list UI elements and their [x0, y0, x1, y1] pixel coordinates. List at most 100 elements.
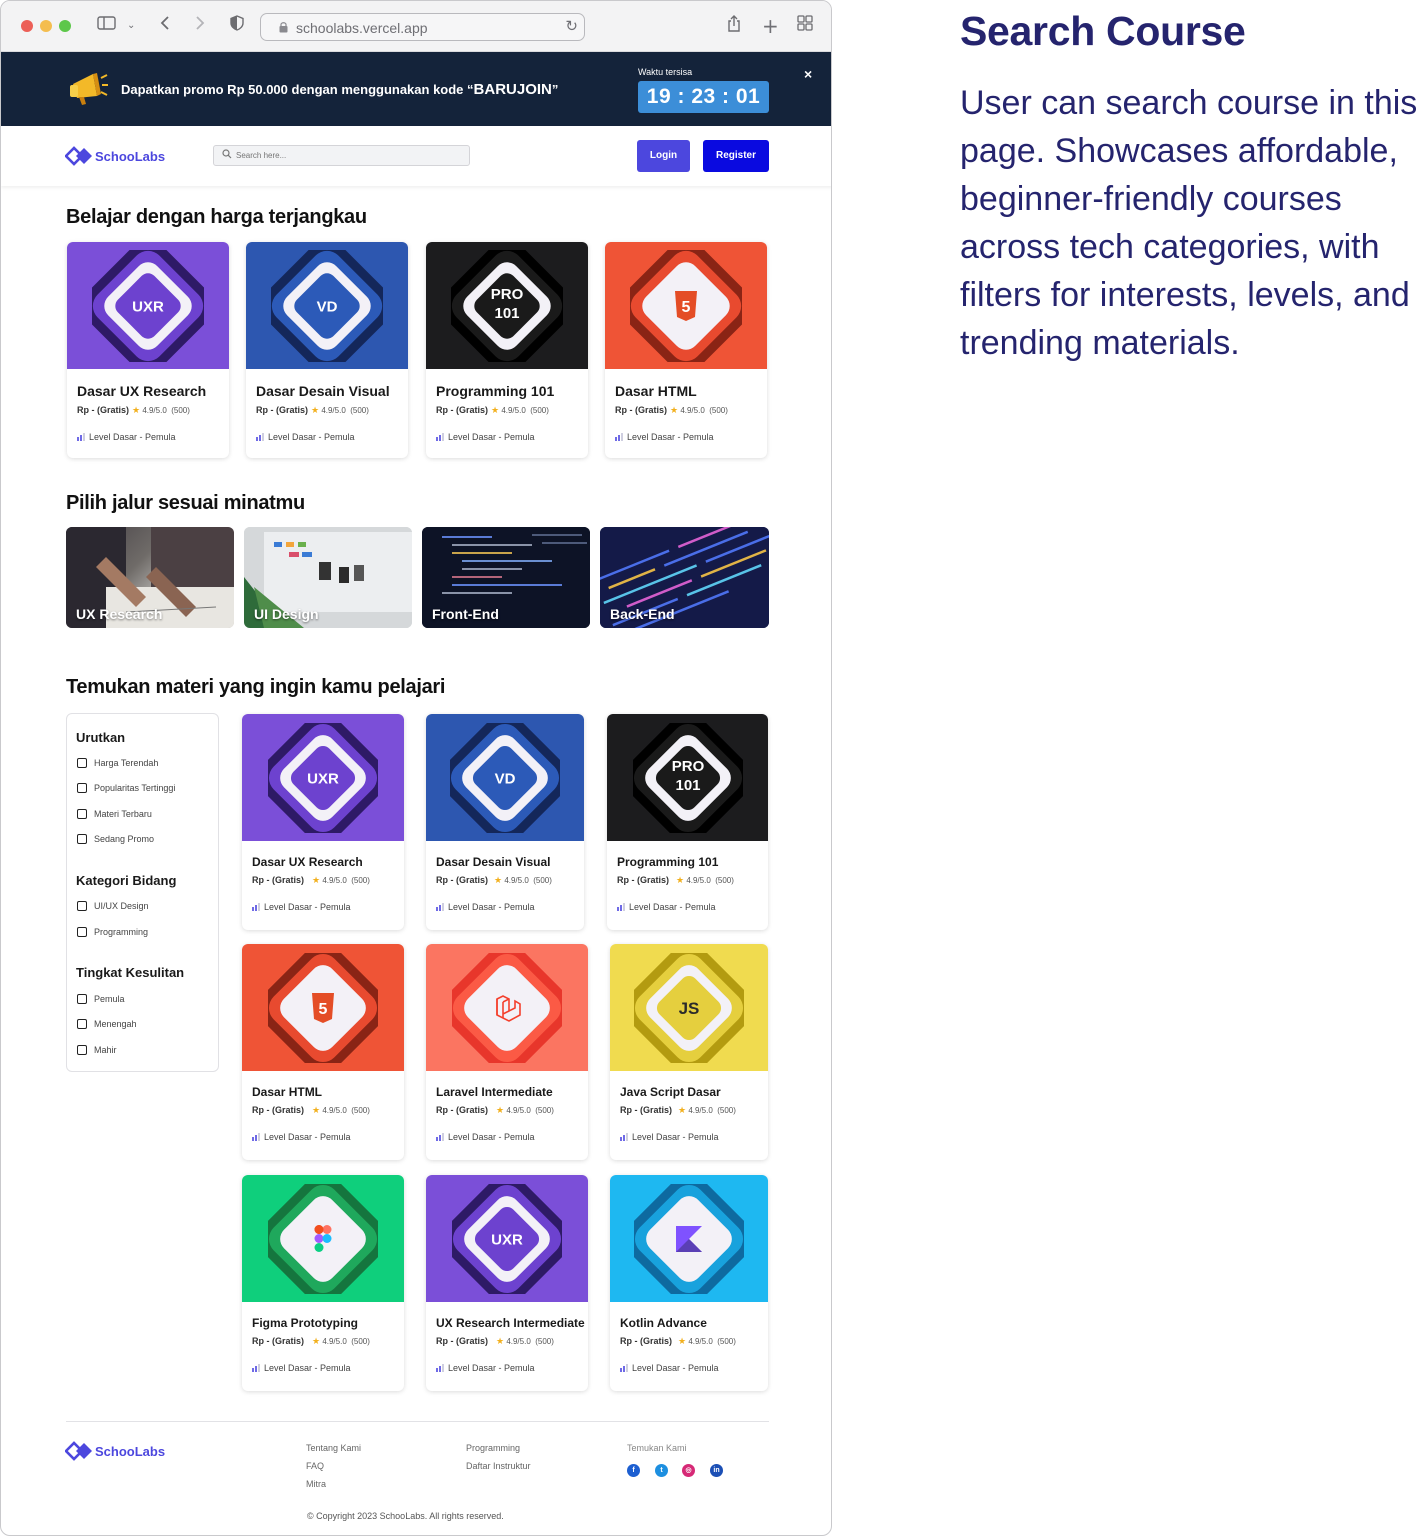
instagram-icon[interactable]: ◎ — [682, 1464, 695, 1477]
course-card-dasar-ux-research[interactable]: UXR Dasar UX Research Rp - (Gratis) ★ 4.… — [67, 242, 229, 458]
brand-logo[interactable]: SchooLabs — [65, 146, 165, 166]
course-title: Dasar UX Research — [252, 855, 363, 869]
filter-option-label: Popularitas Tertinggi — [94, 783, 176, 793]
filter-option-menengah[interactable]: Menengah — [77, 1019, 137, 1029]
course-title: Kotlin Advance — [620, 1316, 707, 1330]
course-card-dasar-desain-visual[interactable]: VD Dasar Desain Visual Rp - (Gratis) ★ 4… — [246, 242, 408, 458]
course-card-dasar-desain-visual[interactable]: VD Dasar Desain Visual Rp - (Gratis) ★ 4… — [426, 714, 584, 930]
course-card-programming-101[interactable]: PRO 101 Programming 101 Rp - (Gratis) ★ 4… — [426, 242, 588, 458]
login-button[interactable]: Login — [637, 140, 690, 172]
course-level: Level Dasar - Pemula — [256, 432, 355, 443]
course-card-java-script-dasar[interactable]: JS Java Script Dasar Rp - (Gratis) ★ 4.9… — [610, 944, 768, 1160]
filter-heading-category: Kategori Bidang — [76, 873, 177, 888]
checkbox[interactable] — [77, 783, 87, 793]
path-card-ux-research[interactable]: UX Research — [66, 527, 234, 628]
search-input[interactable] — [236, 148, 456, 163]
course-card-figma-prototyping[interactable]: Figma Prototyping Rp - (Gratis) ★ 4.9/5.… — [242, 1175, 404, 1391]
path-label: UI Design — [254, 606, 319, 622]
level-text: Level Dasar - Pemula — [448, 1132, 535, 1142]
star-icon: ★ — [494, 875, 503, 885]
register-button[interactable]: Register — [703, 140, 769, 172]
rating-value: 4.9/5.0 — [142, 406, 167, 415]
search-bar[interactable] — [213, 145, 470, 166]
checkbox[interactable] — [77, 809, 87, 819]
rating-value: 4.9/5.0 — [688, 1106, 713, 1115]
course-price: Rp - (Gratis) — [252, 1105, 305, 1115]
course-card-ux-research-intermediate[interactable]: UXR UX Research Intermediate Rp - (Grati… — [426, 1175, 588, 1391]
level-bars-icon — [77, 433, 86, 443]
footer-link-programming[interactable]: Programming — [466, 1443, 520, 1453]
forward-icon[interactable] — [194, 15, 206, 37]
reload-icon[interactable]: ↻ — [565, 17, 578, 35]
course-card-dasar-html[interactable]: 5 Dasar HTML Rp - (Gratis) ★ 4.9/5.0 (50… — [242, 944, 404, 1160]
chevron-down-icon[interactable]: ⌄ — [127, 15, 135, 37]
close-icon[interactable]: × — [804, 66, 812, 82]
twitter-icon[interactable]: t — [655, 1464, 668, 1477]
path-card-back-end[interactable]: Back-End — [600, 527, 769, 628]
course-card-kotlin-advance[interactable]: Kotlin Advance Rp - (Gratis) ★ 4.9/5.0 (… — [610, 1175, 768, 1391]
footer-link-tentang[interactable]: Tentang Kami — [306, 1443, 361, 1453]
course-card-dasar-ux-research[interactable]: UXR Dasar UX Research Rp - (Gratis) ★ 4.… — [242, 714, 404, 930]
course-card-programming-101[interactable]: PRO 101 Programming 101 Rp - (Gratis) ★ 4… — [607, 714, 768, 930]
star-icon: ★ — [312, 1105, 321, 1115]
filter-option-pemula[interactable]: Pemula — [77, 994, 125, 1004]
course-title: Dasar HTML — [615, 383, 697, 399]
course-thumbnail: 5 — [605, 242, 767, 369]
course-rating: ★ 4.9/5.0 (500) — [491, 405, 549, 416]
checkbox[interactable] — [77, 901, 87, 911]
promo-text-end: ” — [551, 82, 559, 97]
minimize-window-button[interactable] — [40, 20, 52, 32]
filter-option-materi-terbaru[interactable]: Materi Terbaru — [77, 809, 152, 819]
checkbox[interactable] — [77, 994, 87, 1004]
course-thumbnail: PRO 101 — [426, 242, 588, 369]
tab-overview-icon[interactable] — [797, 15, 813, 37]
checkbox[interactable] — [77, 834, 87, 844]
path-card-ui-design[interactable]: UI Design — [244, 527, 412, 628]
linkedin-icon[interactable]: in — [710, 1464, 723, 1477]
promo-text: Dapatkan promo Rp 50.000 dengan mengguna… — [121, 82, 474, 97]
share-icon[interactable] — [726, 15, 742, 39]
section-title-paths: Pilih jalur sesuai minatmu — [66, 492, 305, 514]
course-card-dasar-html[interactable]: 5 Dasar HTML Rp - (Gratis) ★ 4.9/5.0 (50… — [605, 242, 767, 458]
sidebar-toggle-icon[interactable] — [97, 15, 117, 37]
checkbox[interactable] — [77, 1019, 87, 1029]
filter-option-label: Materi Terbaru — [94, 809, 152, 819]
checkbox[interactable] — [77, 1045, 87, 1055]
filter-option-mahir[interactable]: Mahir — [77, 1045, 117, 1055]
level-bars-icon — [436, 903, 445, 913]
shield-icon[interactable] — [230, 15, 244, 37]
review-count: (500) — [535, 1337, 554, 1346]
back-icon[interactable] — [159, 15, 171, 37]
course-badge-icon: VD — [440, 714, 570, 841]
filter-option-sedang-promo[interactable]: Sedang Promo — [77, 834, 154, 844]
filter-option-uiux[interactable]: UI/UX Design — [77, 901, 149, 911]
course-level: Level Dasar - Pemula — [620, 1132, 719, 1143]
side-title: Search Course — [960, 8, 1246, 54]
course-thumbnail — [242, 1175, 404, 1302]
level-text: Level Dasar - Pemula — [89, 432, 176, 442]
filter-option-popularitas[interactable]: Popularitas Tertinggi — [77, 783, 175, 793]
course-card-laravel-intermediate[interactable]: Laravel Intermediate Rp - (Gratis) ★ 4.9… — [426, 944, 588, 1160]
review-count: (500) — [351, 1106, 370, 1115]
close-window-button[interactable] — [21, 20, 33, 32]
footer-link-instruktur[interactable]: Daftar Instruktur — [466, 1461, 531, 1471]
filter-option-programming[interactable]: Programming — [77, 927, 148, 937]
checkbox[interactable] — [77, 927, 87, 937]
svg-text:VD: VD — [495, 770, 516, 787]
new-tab-icon[interactable]: + — [762, 15, 779, 37]
maximize-window-button[interactable] — [59, 20, 71, 32]
filter-heading-sort: Urutkan — [76, 730, 126, 745]
address-bar[interactable]: schoolabs.vercel.app ↻ — [260, 13, 585, 41]
rating-value: 4.9/5.0 — [322, 1106, 347, 1115]
filter-option-harga-terendah[interactable]: Harga Terendah — [77, 758, 158, 768]
course-price: Rp - (Gratis) — [77, 405, 130, 415]
footer-brand-logo[interactable]: SchooLabs — [65, 1441, 165, 1461]
path-card-front-end[interactable]: Front-End — [422, 527, 590, 628]
course-badge-icon: UXR — [81, 242, 215, 369]
course-price: Rp - (Gratis) — [617, 875, 670, 885]
footer-link-mitra[interactable]: Mitra — [306, 1479, 326, 1489]
facebook-icon[interactable]: f — [627, 1464, 640, 1477]
footer-link-faq[interactable]: FAQ — [306, 1461, 324, 1471]
svg-text:101: 101 — [494, 305, 519, 322]
checkbox[interactable] — [77, 758, 87, 768]
